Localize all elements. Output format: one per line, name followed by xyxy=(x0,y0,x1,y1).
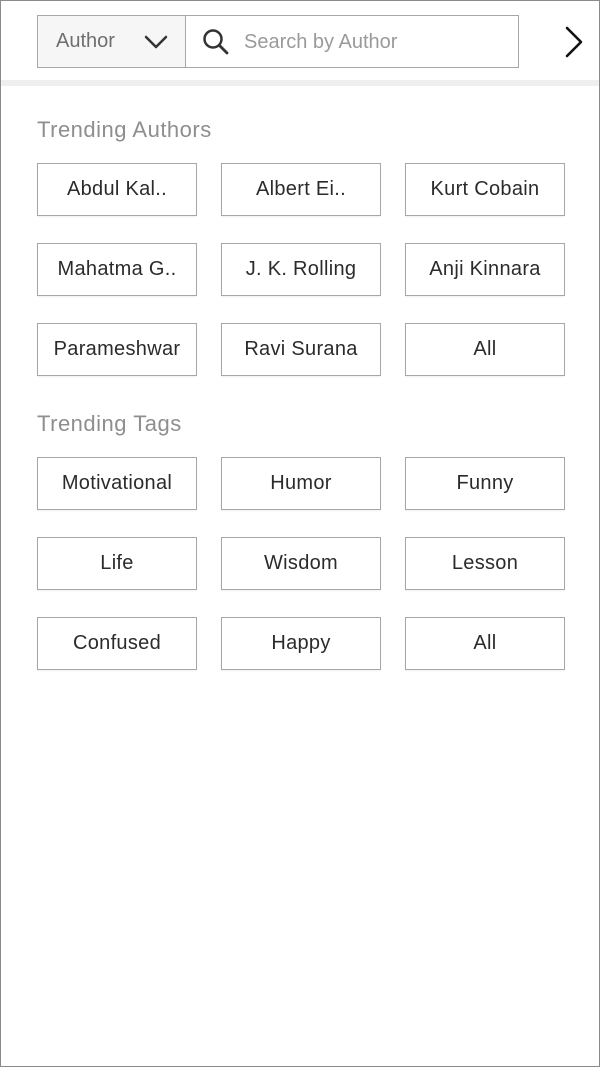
all-authors-button[interactable]: All xyxy=(405,323,565,376)
author-chip[interactable]: Ravi Surana xyxy=(221,323,381,376)
tag-chip[interactable]: Humor xyxy=(221,457,381,510)
author-chip[interactable]: J. K. Rolling xyxy=(221,243,381,296)
chevron-down-icon xyxy=(144,35,168,49)
author-chip[interactable]: Albert Ei.. xyxy=(221,163,381,216)
tag-chip[interactable]: Confused xyxy=(37,617,197,670)
header-divider xyxy=(1,80,599,86)
author-chip[interactable]: Anji Kinnara xyxy=(405,243,565,296)
app-frame: Author Trending Authors Abdul Kal.. Albe… xyxy=(0,0,600,1067)
author-chip[interactable]: Mahatma G.. xyxy=(37,243,197,296)
trending-tags-title: Trending Tags xyxy=(37,411,182,436)
chevron-right-icon[interactable] xyxy=(557,23,591,61)
tag-chip[interactable]: Wisdom xyxy=(221,537,381,590)
tag-chip[interactable]: Funny xyxy=(405,457,565,510)
author-chip[interactable]: Abdul Kal.. xyxy=(37,163,197,216)
tag-chip[interactable]: Life xyxy=(37,537,197,590)
all-tags-button[interactable]: All xyxy=(405,617,565,670)
search-icon xyxy=(203,29,229,55)
trending-authors-title: Trending Authors xyxy=(37,117,212,142)
author-chip[interactable]: Kurt Cobain xyxy=(405,163,565,216)
search-input[interactable] xyxy=(244,24,504,60)
tag-chip[interactable]: Happy xyxy=(221,617,381,670)
search-header: Author xyxy=(1,1,599,81)
tag-chip[interactable]: Lesson xyxy=(405,537,565,590)
search-filter-label: Author xyxy=(56,30,115,52)
author-chip[interactable]: Parameshwar xyxy=(37,323,197,376)
search-field[interactable] xyxy=(185,15,519,68)
search-filter-dropdown[interactable]: Author xyxy=(37,15,186,68)
tag-chip[interactable]: Motivational xyxy=(37,457,197,510)
